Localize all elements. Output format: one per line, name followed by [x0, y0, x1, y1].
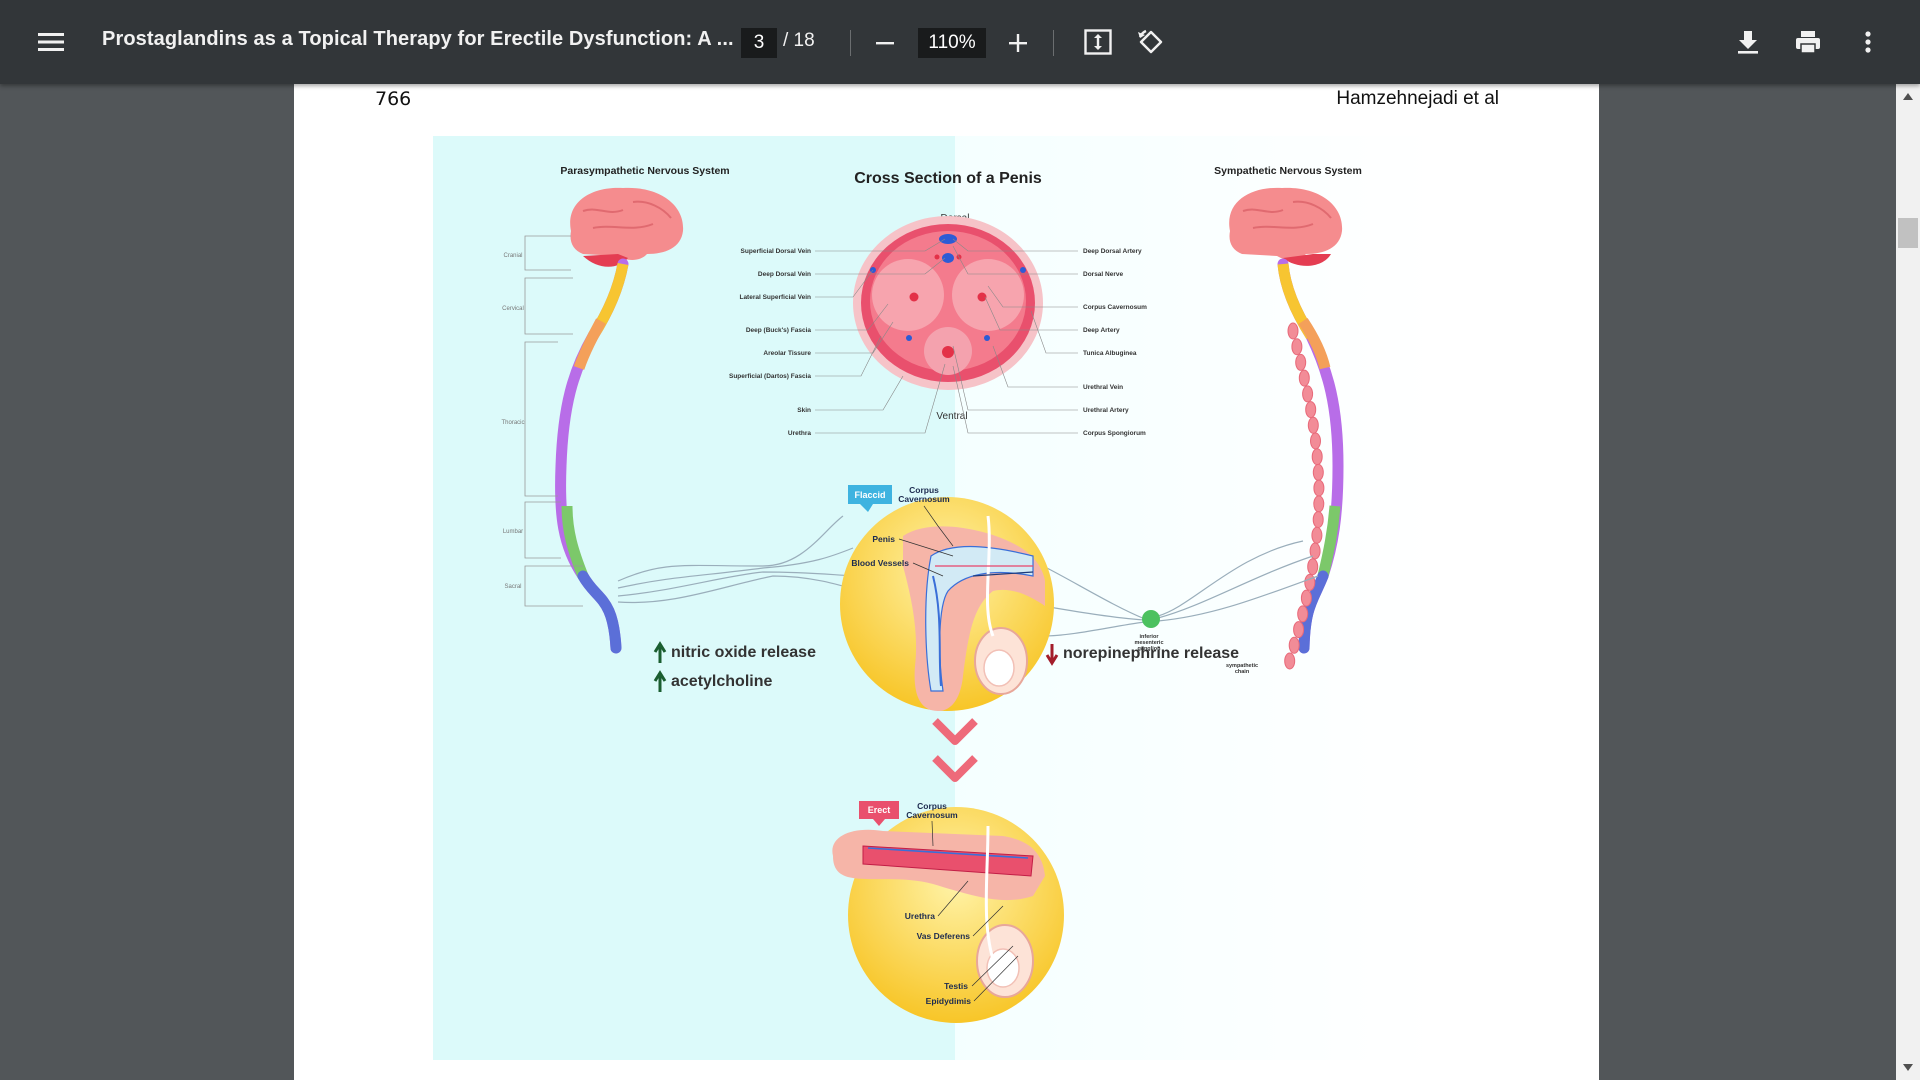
chain-ganglion — [1284, 652, 1296, 670]
anatomy-figure: Parasympathetic Nervous System Cross Sec… — [433, 136, 1436, 1060]
chain-ganglion — [1291, 338, 1303, 356]
spine-region-cervical: Cervical — [502, 306, 524, 312]
scroll-down-icon[interactable] — [1903, 1064, 1913, 1072]
fit-to-page-icon — [1084, 29, 1112, 55]
chain-ganglion — [1311, 448, 1323, 466]
svg-text:Flaccid: Flaccid — [854, 490, 885, 500]
minus-icon — [876, 42, 894, 45]
cross-section-label-right: Deep Dorsal Artery — [1083, 248, 1142, 255]
flaccid-illustration — [840, 497, 1054, 711]
fit-to-page-button[interactable] — [1080, 24, 1116, 60]
zoom-out-button[interactable] — [868, 26, 902, 60]
sympathetic-effects: norepinephrine release — [1045, 644, 1239, 666]
plus-icon — [1009, 34, 1027, 52]
cross-section-label-right: Urethral Artery — [1083, 407, 1129, 414]
inferior-mesenteric-ganglion — [1142, 610, 1160, 628]
spine-region-cranial: Cranial — [503, 253, 522, 259]
chain-ganglion — [1307, 416, 1319, 434]
cross-section-label-right: Corpus Spongiorum — [1083, 430, 1146, 437]
print-icon — [1796, 31, 1820, 54]
svg-text:Erect: Erect — [868, 805, 891, 815]
vas-deferens-label: Vas Deferens — [917, 931, 971, 941]
cross-section-label-left: Areolar Tissure — [763, 350, 811, 357]
cross-section-label-right: Tunica Albuginea — [1083, 350, 1137, 357]
chain-ganglion — [1310, 432, 1321, 450]
chain-ganglion — [1298, 369, 1310, 387]
more-vertical-icon — [1865, 31, 1871, 53]
cross-section-label-left: Superficial (Dartos) Fascia — [729, 373, 811, 380]
zoom-in-button[interactable] — [1001, 26, 1035, 60]
chain-ganglion — [1305, 401, 1317, 419]
chain-ganglion — [1312, 511, 1324, 529]
chain-ganglion — [1302, 385, 1314, 403]
chain-ganglion — [1307, 558, 1319, 576]
download-button[interactable] — [1730, 24, 1766, 60]
chain-ganglion — [1288, 636, 1300, 654]
chain-ganglion — [1311, 526, 1323, 544]
figure-title: Cross Section of a Penis — [854, 170, 1042, 187]
chain-ganglion — [1304, 573, 1316, 591]
cross-section-label-left: Lateral Superficial Vein — [739, 294, 811, 301]
total-pages: / 18 — [783, 30, 815, 51]
cross-section-label-left: Deep (Buck's) Fascia — [746, 327, 812, 334]
testis-label: Testis — [944, 981, 968, 991]
page-number: 766 — [375, 88, 412, 110]
parasympathetic-title: Parasympathetic Nervous System — [560, 165, 729, 177]
ventral-label: Ventral — [936, 411, 967, 422]
running-head-author: Hamzehnejadi et al — [1336, 88, 1499, 109]
acetylcholine-label: acetylcholine — [671, 673, 772, 690]
rotate-button[interactable] — [1133, 24, 1169, 60]
cross-section-label-left: Urethra — [788, 430, 812, 437]
print-button[interactable] — [1790, 24, 1826, 60]
scroll-up-icon[interactable] — [1903, 92, 1913, 100]
norepinephrine-label: norepinephrine release — [1063, 645, 1239, 662]
pdf-toolbar: Prostaglandins as a Topical Therapy for … — [0, 0, 1920, 84]
chain-ganglion — [1293, 621, 1305, 639]
scrollbar-thumb[interactable] — [1898, 218, 1918, 248]
right-brain — [1229, 187, 1343, 266]
current-page-input[interactable]: 3 — [741, 28, 777, 58]
toolbar-divider — [850, 30, 851, 56]
flaccid-blood-vessels-label: Blood Vessels — [851, 558, 909, 568]
document-title: Prostaglandins as a Topical Therapy for … — [102, 28, 734, 50]
toolbar-divider — [1053, 30, 1054, 56]
zoom-level-input[interactable]: 110% — [918, 28, 986, 58]
pdf-page: 766 Hamzehnejadi et al Parasympathetic N… — [294, 84, 1599, 1080]
cross-section-label-right: Urethral Vein — [1083, 384, 1123, 391]
epididymis-label: Epidydimis — [926, 996, 972, 1006]
spine-region-lumbar: Lumbar — [503, 529, 523, 535]
cross-section-label-right: Dorsal Nerve — [1083, 271, 1123, 278]
chain-ganglion — [1295, 353, 1307, 371]
cross-section-label-left: Superficial Dorsal Vein — [741, 248, 811, 255]
hamburger-menu-icon[interactable] — [32, 24, 70, 60]
chain-ganglion — [1300, 589, 1312, 607]
urethra-label: Urethra — [905, 911, 936, 921]
rotate-counterclockwise-icon — [1138, 29, 1163, 54]
chain-ganglion — [1287, 322, 1299, 340]
cross-section-label-left: Skin — [797, 407, 811, 414]
cross-section-label-right: Corpus Cavernosum — [1083, 304, 1147, 311]
chain-ganglion — [1313, 479, 1325, 497]
sympathetic-title: Sympathetic Nervous System — [1214, 165, 1362, 177]
download-icon — [1738, 31, 1758, 54]
spine-region-sacral: Sacral — [504, 584, 521, 590]
chain-ganglion — [1312, 463, 1324, 481]
more-options-button[interactable] — [1850, 24, 1886, 60]
cross-section-label-left: Deep Dorsal Vein — [758, 271, 811, 278]
chain-ganglion — [1297, 605, 1309, 623]
spine-region-thoracic: Thoracic — [501, 420, 524, 426]
flaccid-penis-label: Penis — [872, 534, 895, 544]
cross-section-label-right: Deep Artery — [1083, 327, 1120, 334]
chain-ganglion — [1313, 495, 1325, 513]
nitric-oxide-label: nitric oxide release — [671, 644, 816, 661]
